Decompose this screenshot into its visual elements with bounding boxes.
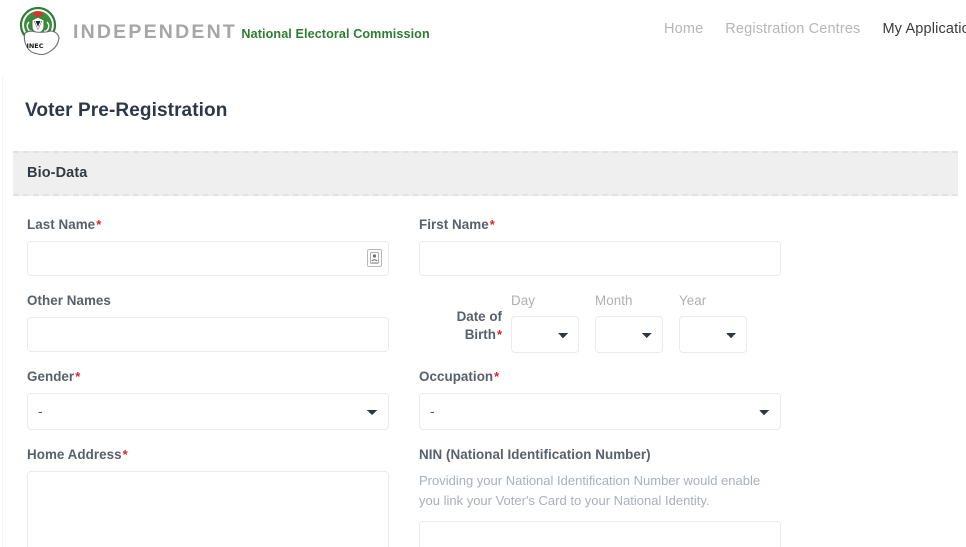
gender-label: Gender* bbox=[27, 369, 395, 384]
field-home-address: Home Address* bbox=[27, 447, 395, 547]
nin-help-text: Providing your National Identification N… bbox=[419, 472, 761, 508]
required-marker: * bbox=[489, 216, 495, 232]
other-names-input[interactable] bbox=[27, 316, 389, 352]
dob-month-group: Month bbox=[595, 293, 663, 353]
required-marker bbox=[651, 447, 652, 462]
required-marker: * bbox=[96, 216, 102, 232]
first-name-input[interactable] bbox=[419, 240, 781, 276]
nin-label-text: NIN (National Identification Number) bbox=[419, 446, 651, 462]
page-title: Voter Pre-Registration bbox=[25, 99, 228, 121]
page-container: Voter Pre-Registration Bio-Data Last Nam… bbox=[2, 76, 966, 547]
dob-day-select[interactable] bbox=[511, 315, 579, 353]
field-nin: NIN (National Identification Number) Pro… bbox=[419, 447, 787, 547]
dob-day-label: Day bbox=[511, 292, 535, 308]
home-address-textarea[interactable] bbox=[27, 470, 389, 547]
occupation-label: Occupation* bbox=[419, 369, 787, 384]
required-marker bbox=[111, 293, 112, 308]
gender-select[interactable]: - bbox=[27, 392, 389, 430]
brand-wordmark: INDEPENDENT National Electoral Commissio… bbox=[73, 21, 430, 43]
last-name-input-wrap bbox=[27, 240, 389, 276]
form-column-right: NIN (National Identification Number) Pro… bbox=[395, 447, 787, 547]
form-column-left: Gender* - bbox=[3, 369, 395, 447]
form-row-gender-occupation: Gender* - Occupation* - bbox=[3, 369, 966, 447]
main-nav: Home Registration Centres My Applicatio bbox=[664, 21, 966, 37]
occupation-label-text: Occupation bbox=[419, 368, 494, 384]
form-column-right: First Name* bbox=[395, 217, 787, 293]
brand-logo[interactable]: INEC INDEPENDENT National Electoral Comm… bbox=[0, 6, 430, 58]
field-gender: Gender* - bbox=[27, 369, 395, 430]
occupation-select[interactable]: - bbox=[419, 392, 781, 430]
bio-data-form: Last Name* First Name* Other Names Date … bbox=[3, 196, 966, 547]
first-name-label-text: First Name bbox=[419, 216, 489, 232]
required-marker: * bbox=[122, 446, 128, 462]
nin-label: NIN (National Identification Number) bbox=[419, 447, 787, 462]
home-address-label-text: Home Address bbox=[27, 446, 122, 462]
field-first-name: First Name* bbox=[419, 217, 787, 276]
svg-text:INEC: INEC bbox=[26, 42, 43, 50]
last-name-label: Last Name* bbox=[27, 217, 395, 232]
field-last-name: Last Name* bbox=[27, 217, 395, 276]
nin-input[interactable] bbox=[419, 520, 781, 547]
required-marker: * bbox=[496, 326, 502, 342]
dob-month-label: Month bbox=[595, 292, 633, 308]
dob-day-group: Day bbox=[511, 293, 579, 353]
dob-year-group: Year bbox=[679, 293, 747, 353]
form-column-left: Home Address* bbox=[3, 447, 395, 547]
field-other-names: Other Names bbox=[27, 293, 395, 352]
field-date-of-birth: Date of Birth* Day Month Year bbox=[419, 293, 787, 353]
section-header-bio-data[interactable]: Bio-Data bbox=[13, 150, 958, 196]
home-address-label: Home Address* bbox=[27, 447, 395, 462]
form-column-right: Date of Birth* Day Month Year bbox=[395, 293, 787, 369]
nav-link-home[interactable]: Home bbox=[664, 21, 703, 37]
form-column-left: Other Names bbox=[3, 293, 395, 369]
inec-seal-logo-icon: INEC bbox=[14, 6, 64, 58]
nav-link-registration-centres[interactable]: Registration Centres bbox=[725, 21, 860, 37]
nav-link-my-applications[interactable]: My Applicatio bbox=[882, 21, 966, 37]
brand-line-2: National Electoral Commission bbox=[241, 27, 430, 42]
field-occupation: Occupation* - bbox=[419, 369, 787, 430]
other-names-label-text: Other Names bbox=[27, 292, 111, 308]
required-marker: * bbox=[494, 368, 500, 384]
last-name-input[interactable] bbox=[27, 240, 389, 276]
dob-year-label: Year bbox=[679, 292, 707, 308]
dob-year-select[interactable] bbox=[679, 315, 747, 353]
date-of-birth-label: Date of Birth* bbox=[419, 308, 511, 353]
section-title: Bio-Data bbox=[27, 165, 88, 182]
form-column-left: Last Name* bbox=[3, 217, 395, 293]
autofill-contact-icon[interactable] bbox=[367, 249, 382, 268]
form-row-address-nin: Home Address* NIN (National Identificati… bbox=[3, 447, 966, 547]
form-row-names: Last Name* First Name* bbox=[3, 217, 966, 293]
other-names-label: Other Names bbox=[27, 293, 395, 308]
first-name-label: First Name* bbox=[419, 217, 787, 232]
site-header: INEC INDEPENDENT National Electoral Comm… bbox=[0, 0, 966, 64]
required-marker: * bbox=[75, 368, 81, 384]
form-row-othernames-dob: Other Names Date of Birth* Day Month Yea… bbox=[3, 293, 966, 369]
gender-label-text: Gender bbox=[27, 368, 75, 384]
brand-line-1: INDEPENDENT bbox=[73, 21, 237, 44]
dob-month-select[interactable] bbox=[595, 315, 663, 353]
last-name-label-text: Last Name bbox=[27, 216, 96, 232]
form-column-right: Occupation* - bbox=[395, 369, 787, 447]
